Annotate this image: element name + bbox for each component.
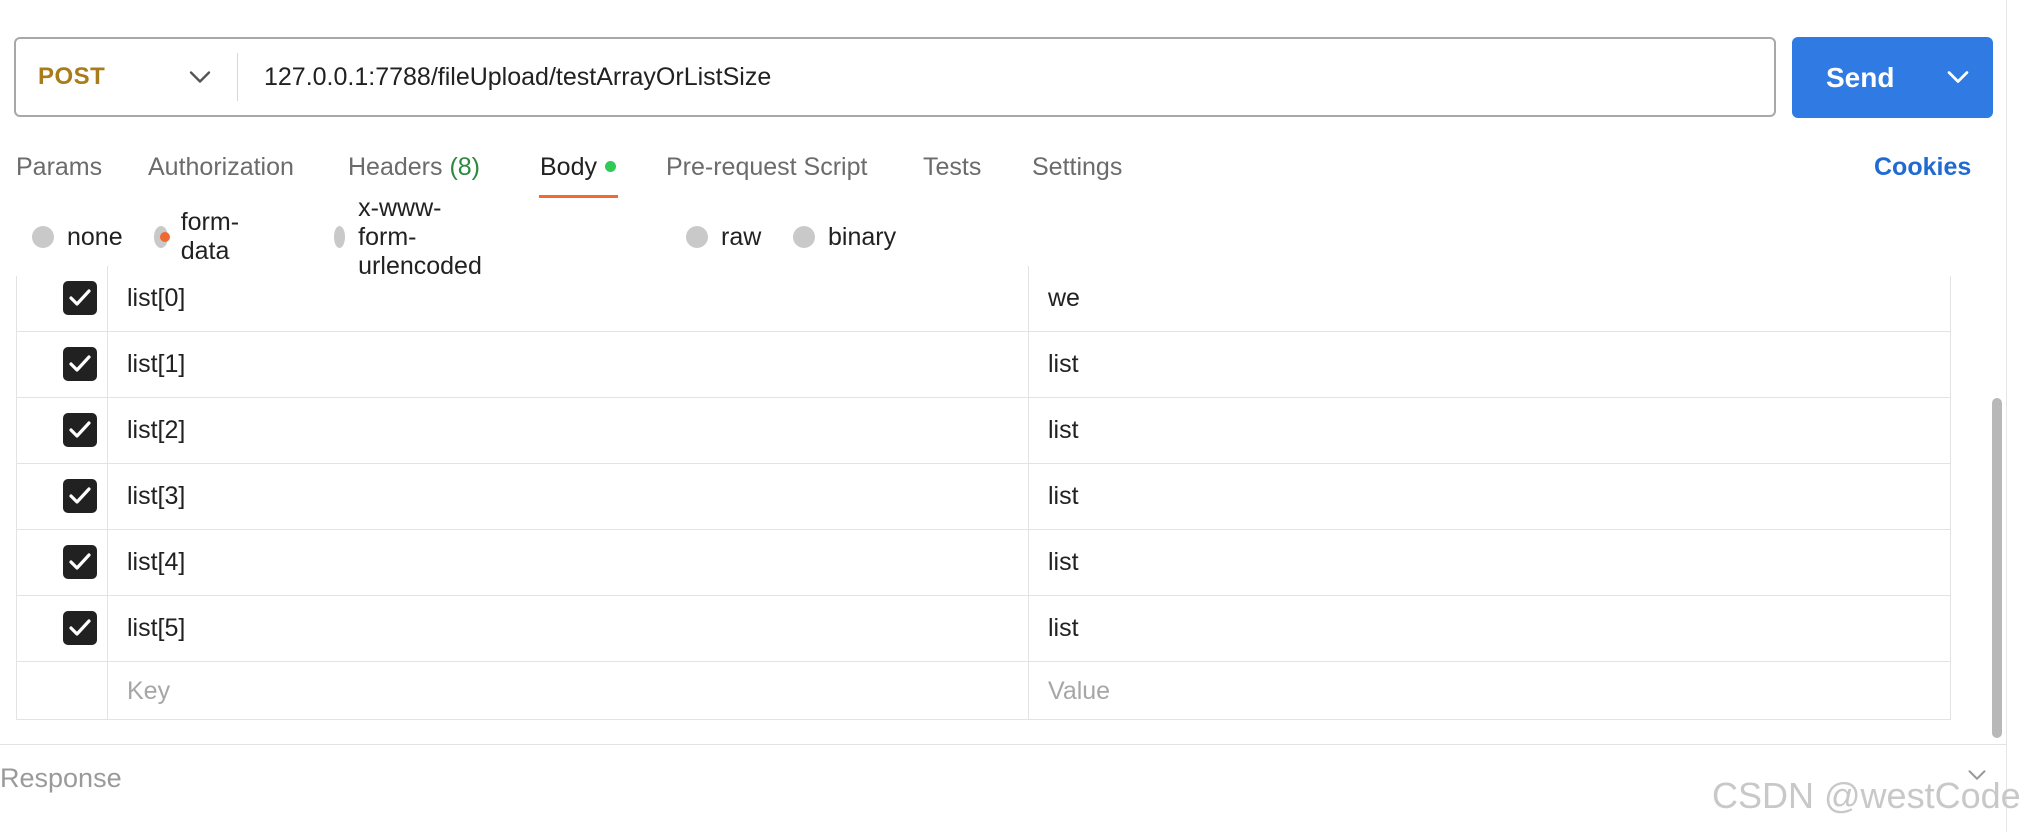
value-text: list [1048,548,1079,576]
radio-binary[interactable]: binary [793,222,896,252]
request-url-bar: POST 127.0.0.1:7788/fileUpload/testArray… [14,37,1776,117]
value-cell[interactable]: list [1029,596,1950,661]
tab-settings[interactable]: Settings [1032,152,1122,182]
cookies-link[interactable]: Cookies [1874,152,1971,182]
radio-none[interactable]: none [32,222,123,252]
value-cell[interactable]: list [1029,464,1950,529]
tab-params[interactable]: Params [16,152,102,182]
radio-raw[interactable]: raw [686,222,761,252]
body-modified-dot [604,160,616,172]
checkmark-icon [69,355,91,372]
tab-tests[interactable]: Tests [923,152,981,182]
row-checkbox[interactable] [63,479,97,513]
checkmark-icon [69,421,91,438]
row-checkbox[interactable] [63,347,97,381]
scrollbar-thumb[interactable] [1992,398,2002,738]
pane-divider [2006,0,2007,832]
value-cell[interactable]: we [1029,266,1950,331]
send-label: Send [1826,62,1895,93]
radio-x-www-form-urlencoded[interactable]: x-www-form-urlencoded [334,194,493,280]
tab-headers[interactable]: Headers (8) [348,152,480,182]
response-divider[interactable] [0,744,2006,745]
value-text: list [1048,614,1079,642]
checkmark-icon [69,553,91,570]
table-row: list[1] list [17,332,1950,398]
table-row: list[4] list [17,530,1950,596]
row-check-cell [17,398,108,463]
key-cell[interactable]: list[2] [108,398,1029,463]
tab-headers-label: Headers [348,153,443,181]
headers-count: (8) [449,153,481,181]
value-text: we [1048,284,1080,312]
method-selector[interactable]: POST [38,39,105,115]
send-options-chevron-icon[interactable] [1940,59,1976,95]
table-row: list[3] list [17,464,1950,530]
checkmark-icon [69,289,91,306]
key-text: list[0] [127,284,186,312]
tab-pre-request-script[interactable]: Pre-request Script [666,152,867,182]
value-cell[interactable]: list [1029,398,1950,463]
radio-none-label: none [67,222,123,251]
key-cell[interactable]: list[4] [108,530,1029,595]
value-text: list [1048,416,1079,444]
radio-form-data-label: form-data [180,208,240,265]
row-check-cell [17,596,108,661]
radio-none-circle [32,226,54,248]
send-button[interactable]: Send [1792,37,1993,118]
new-value-input[interactable]: Value [1029,662,1950,720]
key-placeholder: Key [127,677,171,705]
row-check-cell [17,530,108,595]
value-cell[interactable]: list [1029,332,1950,397]
radio-form-data[interactable]: form-data [154,208,247,265]
url-divider [237,53,238,101]
value-cell[interactable]: list [1029,530,1950,595]
tab-body-label: Body [540,153,597,181]
value-placeholder: Value [1048,677,1111,705]
value-text: list [1048,482,1079,510]
chevron-down-icon[interactable] [182,59,218,95]
table-row: list[5] list [17,596,1950,662]
tab-authorization[interactable]: Authorization [148,152,294,182]
table-row: list[2] list [17,398,1950,464]
checkmark-icon [69,619,91,636]
row-checkbox[interactable] [63,611,97,645]
key-text: list[1] [127,350,186,378]
row-check-cell [17,266,108,331]
radio-urlencoded-circle [334,226,346,248]
radio-raw-circle [686,226,708,248]
value-text: list [1048,350,1079,378]
key-text: list[3] [127,482,186,510]
key-text: list[4] [127,548,186,576]
key-cell[interactable]: list[5] [108,596,1029,661]
checkmark-icon [69,487,91,504]
form-data-table: list[0] we list[1] list list[2] list lis… [16,266,1951,720]
watermark: CSDN @westCode [1712,775,2021,816]
active-tab-indicator [539,195,618,198]
key-cell[interactable]: list[1] [108,332,1029,397]
key-text: list[2] [127,416,186,444]
new-key-input[interactable]: Key [108,662,1029,720]
radio-raw-label: raw [721,222,762,251]
radio-binary-circle [793,226,815,248]
response-header[interactable]: Response [0,763,122,793]
new-row: Key Value [17,662,1950,720]
row-checkbox[interactable] [63,281,97,315]
row-check-cell [17,662,108,720]
url-input[interactable]: 127.0.0.1:7788/fileUpload/testArrayOrLis… [264,39,771,115]
row-check-cell [17,464,108,529]
key-text: list[5] [127,614,186,642]
row-checkbox[interactable] [63,413,97,447]
row-check-cell [17,332,108,397]
tab-body[interactable]: Body [540,152,616,182]
row-checkbox[interactable] [63,545,97,579]
key-cell[interactable]: list[0] [108,266,1029,331]
table-row: list[0] we [17,266,1950,332]
radio-binary-label: binary [828,222,897,251]
key-cell[interactable]: list[3] [108,464,1029,529]
radio-form-data-circle [154,226,170,248]
